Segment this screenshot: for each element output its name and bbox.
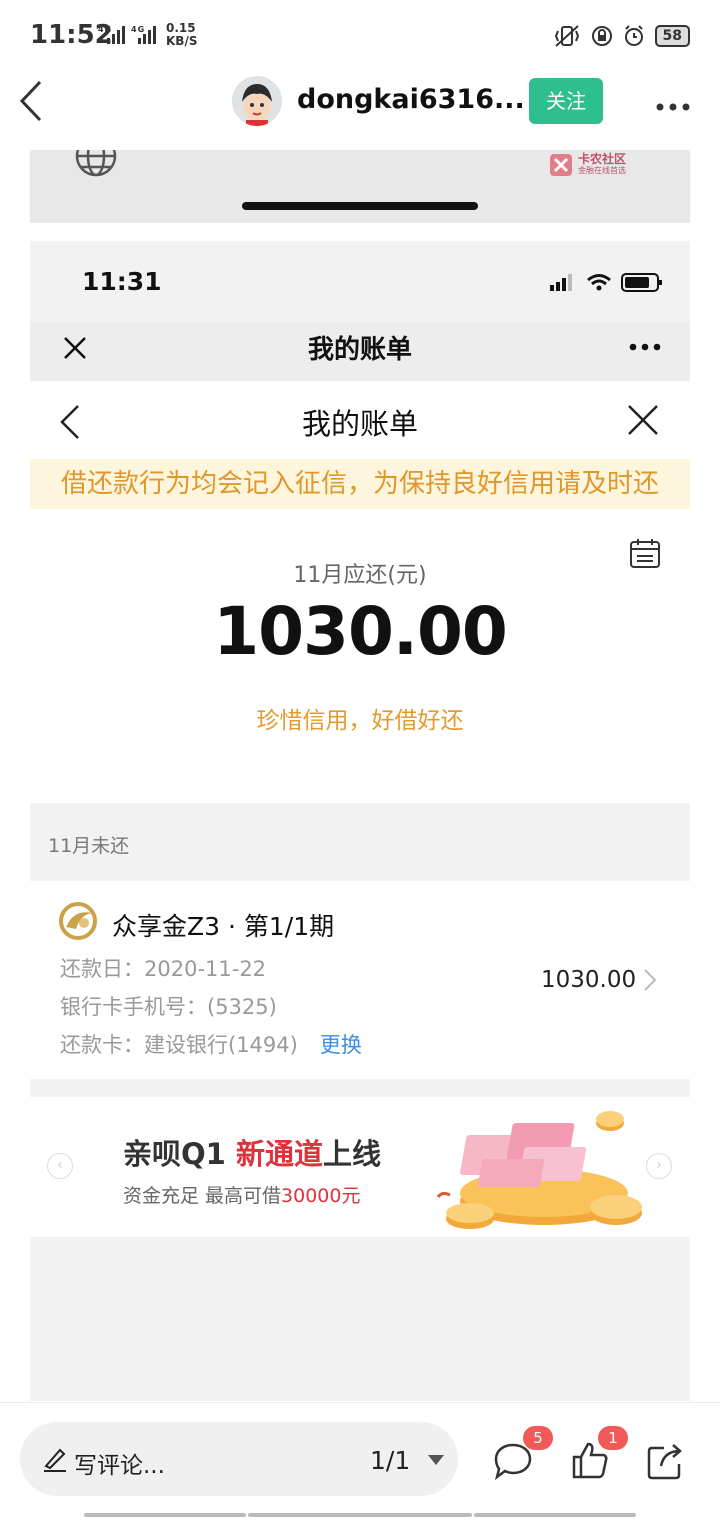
change-card-link[interactable]: 更换 [320,1033,362,1057]
vibrate-icon [554,25,579,47]
speed-unit: KB/S [166,34,198,48]
banner-subtitle: 资金充足 最高可借30000元 [123,1185,361,1207]
due-amount: 1030.00 [213,593,508,670]
avatar[interactable] [232,76,282,126]
signal-icon: 4G 4G [98,25,156,44]
wechat-title: 我的账单 [307,335,412,365]
brand-logo-icon [550,154,572,176]
banner-prev-icon[interactable]: ‹ [47,1153,73,1179]
page-close-icon[interactable] [626,403,660,437]
banner-next-icon[interactable]: › [646,1153,672,1179]
inner-status-time: 11:31 [82,267,162,296]
bottom-divider-1 [84,1513,246,1517]
home-indicator [242,202,478,210]
like-count-badge: 1 [598,1426,628,1450]
network-indicator: 4G 4G [98,24,160,49]
follow-button[interactable]: 关注 [529,78,603,124]
bill-amount: 1030.00 [541,967,637,993]
network-speed: 0.15 KB/S [166,22,197,48]
username[interactable]: dongkai6316... [297,84,525,115]
battery-icon: 58 [654,25,690,47]
avatar-cartoon-icon [232,76,282,126]
brand-subtext: 金融在线首选 [578,166,626,175]
chevron-left-icon [19,80,42,122]
more-options-button[interactable] [655,90,691,120]
wechat-more-icon[interactable] [628,342,662,352]
embedded-screenshot[interactable]: 11:31 我的账单 我的账单 借还款行为均会记入征信，为保持良好信用请及时还 [30,241,690,1401]
chevron-right-icon[interactable] [642,967,658,993]
bank-phone: 银行卡手机号：(5325) [60,995,277,1019]
product-name: 众享金Z3 · 第1/1期 [112,912,335,941]
repay-card: 还款卡：建设银行(1494) [60,1033,298,1057]
section-label: 11月未还 [48,835,130,857]
page-indicator[interactable]: 1/1 [370,1446,410,1475]
caret-down-icon[interactable] [427,1454,445,1466]
svg-text:4G: 4G [131,25,145,34]
repay-date: 还款日：2020-11-22 [60,957,267,981]
banner-title: 亲呗Q1 新通道上线 [123,1137,381,1171]
product-logo-icon [59,902,97,940]
pen-icon [44,1448,66,1472]
status-icons: 58 [553,24,690,48]
credit-notice: 借还款行为均会记入征信，为保持良好信用请及时还 [30,459,690,509]
credit-slogan: 珍惜信用，好借好还 [256,708,464,734]
brand-watermark: 卡农社区 金融在线首选 [548,152,626,178]
back-button[interactable] [18,80,44,126]
brand-text: 卡农社区 [578,152,627,166]
inner-status-icons [550,273,662,292]
svg-text:4G: 4G [98,25,112,34]
bottom-divider-2 [248,1513,472,1517]
repay-card-row: 还款卡：建设银行(1494) 更换 [60,1029,362,1059]
more-dots-icon [656,103,690,111]
bottom-divider-3 [474,1513,636,1517]
globe-icon [75,150,117,177]
due-label: 11月应还(元) [293,563,427,588]
money-illustration-icon [436,1111,642,1229]
alarm-icon [624,25,643,46]
comment-count-badge: 5 [523,1426,553,1450]
screenshot-top-fragment: 卡农社区 金融在线首选 [30,150,690,223]
lock-rotation-icon [591,26,612,46]
page-title: 我的账单 [301,407,418,441]
comment-placeholder[interactable]: 写评论... [74,1446,165,1480]
share-icon[interactable] [646,1442,684,1480]
